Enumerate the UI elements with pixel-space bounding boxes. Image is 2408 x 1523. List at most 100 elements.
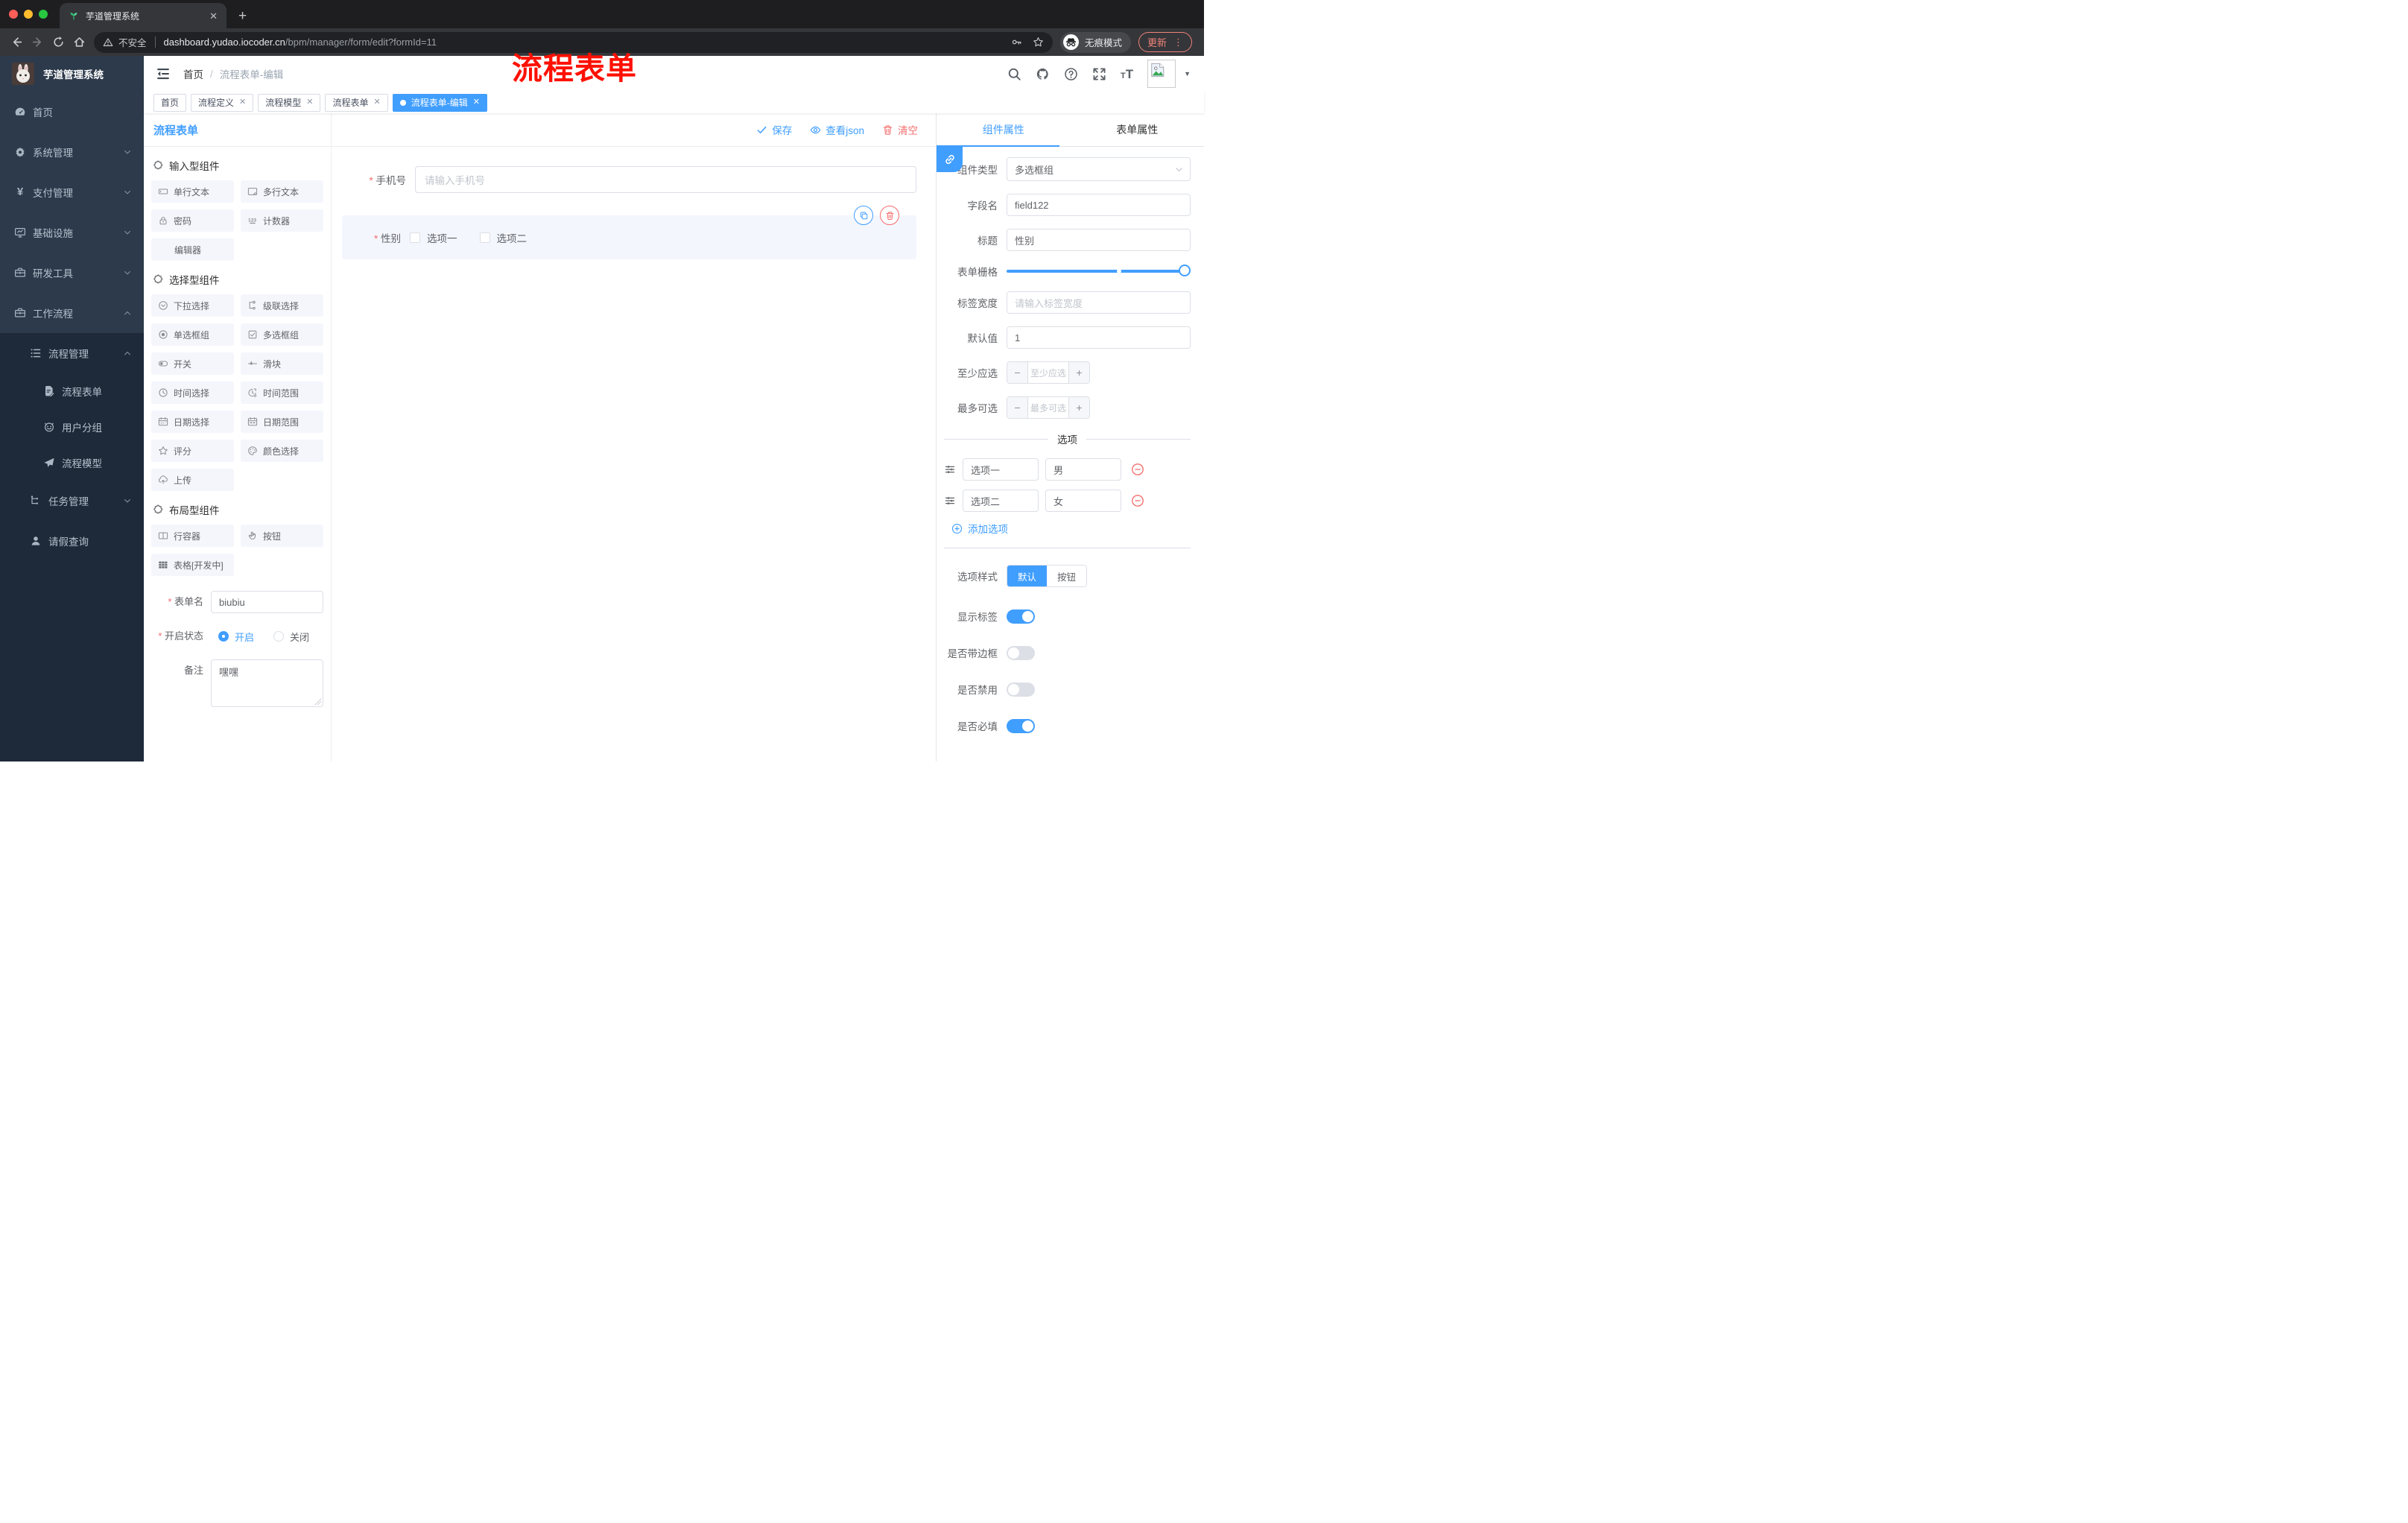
back-icon[interactable] [6,32,27,53]
palette-item-下拉选择[interactable]: 下拉选择 [151,294,234,317]
palette-item-表格[开发中][interactable]: 表格[开发中] [151,554,234,576]
component-type-select[interactable]: 多选框组 [1007,157,1191,181]
title-input[interactable]: 性别 [1007,229,1191,251]
palette-item-按钮[interactable]: 按钮 [241,525,323,547]
palette-item-单选框组[interactable]: 单选框组 [151,323,234,346]
stepper-increase-button[interactable]: + [1068,397,1089,418]
sidebar-item-研发工具[interactable]: 研发工具 [0,253,144,293]
page-tab-首页[interactable]: 首页 [153,93,187,112]
stepper-increase-button[interactable]: + [1068,362,1089,383]
browser-menu-icon[interactable]: ⋮ [1173,37,1183,47]
window-controls[interactable] [0,0,60,28]
sidebar-item-系统管理[interactable]: 系统管理 [0,132,144,172]
maximize-window-button[interactable] [39,10,48,19]
toggle-switch-是否禁用[interactable] [1007,682,1035,697]
url-text[interactable]: dashboard.yudao.iocoder.cn/bpm/manager/f… [164,37,1001,48]
browser-tab[interactable]: 芋道管理系统 ✕ [60,3,226,28]
sidebar-item-流程表单[interactable]: 流程表单 [0,373,144,409]
sidebar-item-首页[interactable]: 首页 [0,92,144,132]
sidebar-item-基础设施[interactable]: 基础设施 [0,212,144,253]
palette-item-密码[interactable]: 密码 [151,209,234,232]
sidebar-item-用户分组[interactable]: 用户分组 [0,409,144,445]
sidebar-item-请假查询[interactable]: 请假查询 [0,521,144,561]
palette-item-计数器[interactable]: 123 计数器 [241,209,323,232]
sidebar-item-流程管理[interactable]: 流程管理 [0,333,144,373]
home-icon[interactable] [69,32,89,53]
remove-option-button[interactable] [1131,494,1144,507]
phone-input[interactable]: 请输入手机号 [415,166,916,193]
avatar[interactable] [1147,60,1176,88]
bookmark-star-icon[interactable] [1033,37,1044,48]
option-label-input[interactable]: 选项一 [963,458,1039,481]
status-radio-关闭[interactable]: 关闭 [273,630,309,644]
save-button[interactable]: 保存 [756,122,792,137]
new-tab-button[interactable]: + [238,9,247,23]
palette-item-单行文本[interactable]: 单行文本 [151,180,234,203]
tab-close-icon[interactable]: ✕ [306,98,313,107]
gender-checkbox-选项一[interactable]: 选项一 [410,230,457,245]
view-json-button[interactable]: 查看json [810,122,864,137]
breadcrumb-home[interactable]: 首页 [183,66,203,81]
default-value-input[interactable]: 1 [1007,326,1191,349]
add-option-button[interactable]: 添加选项 [951,521,1191,536]
tab-component-props[interactable]: 组件属性 [937,113,1071,146]
page-tab-流程定义[interactable]: 流程定义 ✕ [191,93,254,112]
github-icon[interactable] [1036,67,1050,81]
sidebar-item-工作流程[interactable]: 工作流程 [0,293,144,333]
field-name-input[interactable]: field122 [1007,194,1191,216]
security-indicator[interactable]: 不安全 [103,35,147,49]
page-tab-流程表单[interactable]: 流程表单 ✕ [325,93,388,112]
palette-item-级联选择[interactable]: 级联选择 [241,294,323,317]
form-remark-textarea[interactable]: 嘿嘿 [211,659,323,707]
url-bar[interactable]: 不安全 dashboard.yudao.iocoder.cn/bpm/manag… [94,31,1053,53]
tab-form-props[interactable]: 表单属性 [1071,113,1205,146]
search-icon[interactable] [1007,67,1021,81]
label-width-input[interactable]: 请输入标签宽度 [1007,291,1191,314]
palette-item-编辑器[interactable]: 编辑器 [151,238,234,261]
tab-close-icon[interactable]: ✕ [239,98,246,107]
avatar-caret-icon[interactable]: ▼ [1184,70,1191,77]
reload-icon[interactable] [48,32,69,53]
toggle-switch-是否带边框[interactable] [1007,645,1035,660]
sidebar-item-流程模型[interactable]: 流程模型 [0,445,144,481]
textarea-resize-handle[interactable] [314,698,321,705]
remove-option-button[interactable] [1131,463,1144,476]
tab-close-icon[interactable]: ✕ [209,11,218,21]
link-tab-button[interactable] [937,146,963,172]
palette-item-评分[interactable]: 评分 [151,440,234,462]
clear-button[interactable]: 清空 [882,122,918,137]
selected-component-gender[interactable]: 性别 选项一 选项二 [342,206,916,259]
palette-item-日期范围[interactable]: 日期范围 [241,411,323,433]
tab-close-icon[interactable]: ✕ [374,98,381,107]
sidebar-item-任务管理[interactable]: 任务管理 [0,481,144,521]
palette-item-开关[interactable]: 开关 [151,352,234,375]
copy-component-button[interactable] [854,206,873,225]
palette-item-多行文本[interactable]: 多行文本 [241,180,323,203]
drag-handle-icon[interactable] [944,463,956,475]
form-name-input[interactable]: biubiu [211,591,323,613]
menu-fold-icon[interactable] [156,66,171,81]
palette-item-多选框组[interactable]: 多选框组 [241,323,323,346]
forward-icon[interactable] [27,32,48,53]
page-tab-流程表单-编辑[interactable]: 流程表单-编辑 ✕ [392,93,487,112]
slider-handle[interactable] [1179,265,1191,276]
password-key-icon[interactable] [1011,37,1022,48]
status-radio-开启[interactable]: 开启 [218,630,254,644]
max-select-input[interactable]: 最多可选 [1028,397,1068,418]
minimize-window-button[interactable] [24,10,33,19]
palette-item-上传[interactable]: 上传 [151,469,234,491]
help-icon[interactable] [1064,67,1078,81]
palette-item-行容器[interactable]: 行容器 [151,525,234,547]
option-value-input[interactable]: 男 [1045,458,1121,481]
sidebar-item-支付管理[interactable]: ¥ 支付管理 [0,172,144,212]
option-style-默认[interactable]: 默认 [1007,566,1048,586]
palette-item-日期选择[interactable]: 日期选择 [151,411,234,433]
drag-handle-icon[interactable] [944,495,956,507]
stepper-decrease-button[interactable]: − [1007,397,1028,418]
page-tab-流程模型[interactable]: 流程模型 ✕ [258,93,321,112]
palette-item-时间选择[interactable]: 时间选择 [151,381,234,404]
tab-close-icon[interactable]: ✕ [473,98,480,107]
min-select-input[interactable]: 至少应选 [1028,362,1068,383]
close-window-button[interactable] [9,10,18,19]
gender-checkbox-选项二[interactable]: 选项二 [479,230,527,245]
